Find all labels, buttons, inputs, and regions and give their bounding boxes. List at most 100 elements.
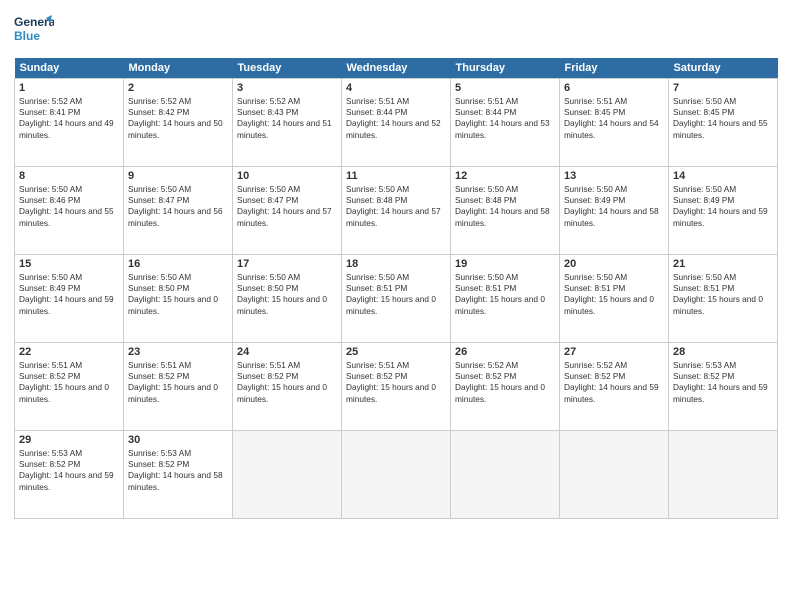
day-cell: 28 Sunrise: 5:53 AM Sunset: 8:52 PM Dayl…: [669, 343, 778, 431]
empty-cell: [669, 431, 778, 519]
col-sat: Saturday: [669, 58, 778, 79]
day-cell: 18 Sunrise: 5:50 AM Sunset: 8:51 PM Dayl…: [342, 255, 451, 343]
day-info: Sunrise: 5:50 AM Sunset: 8:51 PM Dayligh…: [455, 272, 555, 317]
day-info: Sunrise: 5:50 AM Sunset: 8:48 PM Dayligh…: [346, 184, 446, 229]
day-info: Sunrise: 5:52 AM Sunset: 8:52 PM Dayligh…: [455, 360, 555, 405]
col-thu: Thursday: [451, 58, 560, 79]
day-info: Sunrise: 5:50 AM Sunset: 8:45 PM Dayligh…: [673, 96, 773, 141]
day-info: Sunrise: 5:50 AM Sunset: 8:46 PM Dayligh…: [19, 184, 119, 229]
day-number: 5: [455, 82, 555, 94]
day-cell: 12 Sunrise: 5:50 AM Sunset: 8:48 PM Dayl…: [451, 167, 560, 255]
calendar-row: 29 Sunrise: 5:53 AM Sunset: 8:52 PM Dayl…: [15, 431, 778, 519]
day-cell: 15 Sunrise: 5:50 AM Sunset: 8:49 PM Dayl…: [15, 255, 124, 343]
day-info: Sunrise: 5:53 AM Sunset: 8:52 PM Dayligh…: [19, 448, 119, 493]
day-info: Sunrise: 5:51 AM Sunset: 8:52 PM Dayligh…: [19, 360, 119, 405]
day-number: 21: [673, 258, 773, 270]
day-number: 8: [19, 170, 119, 182]
day-number: 30: [128, 434, 228, 446]
calendar-row: 1 Sunrise: 5:52 AM Sunset: 8:41 PM Dayli…: [15, 79, 778, 167]
day-number: 2: [128, 82, 228, 94]
day-number: 18: [346, 258, 446, 270]
day-number: 13: [564, 170, 664, 182]
day-number: 28: [673, 346, 773, 358]
day-info: Sunrise: 5:51 AM Sunset: 8:52 PM Dayligh…: [346, 360, 446, 405]
day-info: Sunrise: 5:52 AM Sunset: 8:43 PM Dayligh…: [237, 96, 337, 141]
day-number: 10: [237, 170, 337, 182]
col-wed: Wednesday: [342, 58, 451, 79]
day-cell: 21 Sunrise: 5:50 AM Sunset: 8:51 PM Dayl…: [669, 255, 778, 343]
day-cell: 30 Sunrise: 5:53 AM Sunset: 8:52 PM Dayl…: [124, 431, 233, 519]
day-info: Sunrise: 5:52 AM Sunset: 8:41 PM Dayligh…: [19, 96, 119, 141]
day-number: 7: [673, 82, 773, 94]
day-info: Sunrise: 5:50 AM Sunset: 8:47 PM Dayligh…: [128, 184, 228, 229]
day-number: 3: [237, 82, 337, 94]
day-cell: 1 Sunrise: 5:52 AM Sunset: 8:41 PM Dayli…: [15, 79, 124, 167]
col-mon: Monday: [124, 58, 233, 79]
header: General Blue: [14, 10, 778, 50]
day-number: 22: [19, 346, 119, 358]
day-cell: 5 Sunrise: 5:51 AM Sunset: 8:44 PM Dayli…: [451, 79, 560, 167]
day-cell: 22 Sunrise: 5:51 AM Sunset: 8:52 PM Dayl…: [15, 343, 124, 431]
day-cell: 17 Sunrise: 5:50 AM Sunset: 8:50 PM Dayl…: [233, 255, 342, 343]
day-cell: 14 Sunrise: 5:50 AM Sunset: 8:49 PM Dayl…: [669, 167, 778, 255]
day-info: Sunrise: 5:51 AM Sunset: 8:52 PM Dayligh…: [128, 360, 228, 405]
empty-cell: [560, 431, 669, 519]
day-number: 14: [673, 170, 773, 182]
day-cell: 11 Sunrise: 5:50 AM Sunset: 8:48 PM Dayl…: [342, 167, 451, 255]
day-number: 26: [455, 346, 555, 358]
day-cell: 6 Sunrise: 5:51 AM Sunset: 8:45 PM Dayli…: [560, 79, 669, 167]
day-number: 24: [237, 346, 337, 358]
day-info: Sunrise: 5:53 AM Sunset: 8:52 PM Dayligh…: [673, 360, 773, 405]
col-fri: Friday: [560, 58, 669, 79]
day-info: Sunrise: 5:51 AM Sunset: 8:44 PM Dayligh…: [346, 96, 446, 141]
day-number: 25: [346, 346, 446, 358]
day-info: Sunrise: 5:52 AM Sunset: 8:42 PM Dayligh…: [128, 96, 228, 141]
day-number: 17: [237, 258, 337, 270]
day-number: 19: [455, 258, 555, 270]
day-cell: 2 Sunrise: 5:52 AM Sunset: 8:42 PM Dayli…: [124, 79, 233, 167]
empty-cell: [233, 431, 342, 519]
day-info: Sunrise: 5:50 AM Sunset: 8:51 PM Dayligh…: [564, 272, 664, 317]
day-number: 12: [455, 170, 555, 182]
day-cell: 27 Sunrise: 5:52 AM Sunset: 8:52 PM Dayl…: [560, 343, 669, 431]
day-cell: 24 Sunrise: 5:51 AM Sunset: 8:52 PM Dayl…: [233, 343, 342, 431]
day-info: Sunrise: 5:50 AM Sunset: 8:47 PM Dayligh…: [237, 184, 337, 229]
calendar-row: 8 Sunrise: 5:50 AM Sunset: 8:46 PM Dayli…: [15, 167, 778, 255]
day-info: Sunrise: 5:50 AM Sunset: 8:51 PM Dayligh…: [673, 272, 773, 317]
calendar-row: 22 Sunrise: 5:51 AM Sunset: 8:52 PM Dayl…: [15, 343, 778, 431]
day-info: Sunrise: 5:50 AM Sunset: 8:51 PM Dayligh…: [346, 272, 446, 317]
logo-svg: General Blue: [14, 10, 54, 50]
day-cell: 10 Sunrise: 5:50 AM Sunset: 8:47 PM Dayl…: [233, 167, 342, 255]
day-number: 20: [564, 258, 664, 270]
day-number: 6: [564, 82, 664, 94]
day-info: Sunrise: 5:50 AM Sunset: 8:48 PM Dayligh…: [455, 184, 555, 229]
day-info: Sunrise: 5:51 AM Sunset: 8:45 PM Dayligh…: [564, 96, 664, 141]
day-cell: 3 Sunrise: 5:52 AM Sunset: 8:43 PM Dayli…: [233, 79, 342, 167]
day-info: Sunrise: 5:51 AM Sunset: 8:44 PM Dayligh…: [455, 96, 555, 141]
day-info: Sunrise: 5:50 AM Sunset: 8:50 PM Dayligh…: [237, 272, 337, 317]
day-number: 4: [346, 82, 446, 94]
day-cell: 8 Sunrise: 5:50 AM Sunset: 8:46 PM Dayli…: [15, 167, 124, 255]
col-sun: Sunday: [15, 58, 124, 79]
day-number: 29: [19, 434, 119, 446]
day-number: 1: [19, 82, 119, 94]
day-number: 15: [19, 258, 119, 270]
day-number: 9: [128, 170, 228, 182]
calendar-table: Sunday Monday Tuesday Wednesday Thursday…: [14, 58, 778, 519]
day-cell: 20 Sunrise: 5:50 AM Sunset: 8:51 PM Dayl…: [560, 255, 669, 343]
day-info: Sunrise: 5:52 AM Sunset: 8:52 PM Dayligh…: [564, 360, 664, 405]
day-cell: 13 Sunrise: 5:50 AM Sunset: 8:49 PM Dayl…: [560, 167, 669, 255]
day-number: 16: [128, 258, 228, 270]
day-number: 27: [564, 346, 664, 358]
empty-cell: [342, 431, 451, 519]
day-info: Sunrise: 5:50 AM Sunset: 8:49 PM Dayligh…: [19, 272, 119, 317]
day-info: Sunrise: 5:50 AM Sunset: 8:49 PM Dayligh…: [564, 184, 664, 229]
day-cell: 4 Sunrise: 5:51 AM Sunset: 8:44 PM Dayli…: [342, 79, 451, 167]
day-info: Sunrise: 5:51 AM Sunset: 8:52 PM Dayligh…: [237, 360, 337, 405]
day-number: 23: [128, 346, 228, 358]
day-cell: 9 Sunrise: 5:50 AM Sunset: 8:47 PM Dayli…: [124, 167, 233, 255]
col-tue: Tuesday: [233, 58, 342, 79]
day-info: Sunrise: 5:50 AM Sunset: 8:49 PM Dayligh…: [673, 184, 773, 229]
header-row: Sunday Monday Tuesday Wednesday Thursday…: [15, 58, 778, 79]
page: General Blue Sunday Monday Tuesday Wedne…: [0, 0, 792, 612]
